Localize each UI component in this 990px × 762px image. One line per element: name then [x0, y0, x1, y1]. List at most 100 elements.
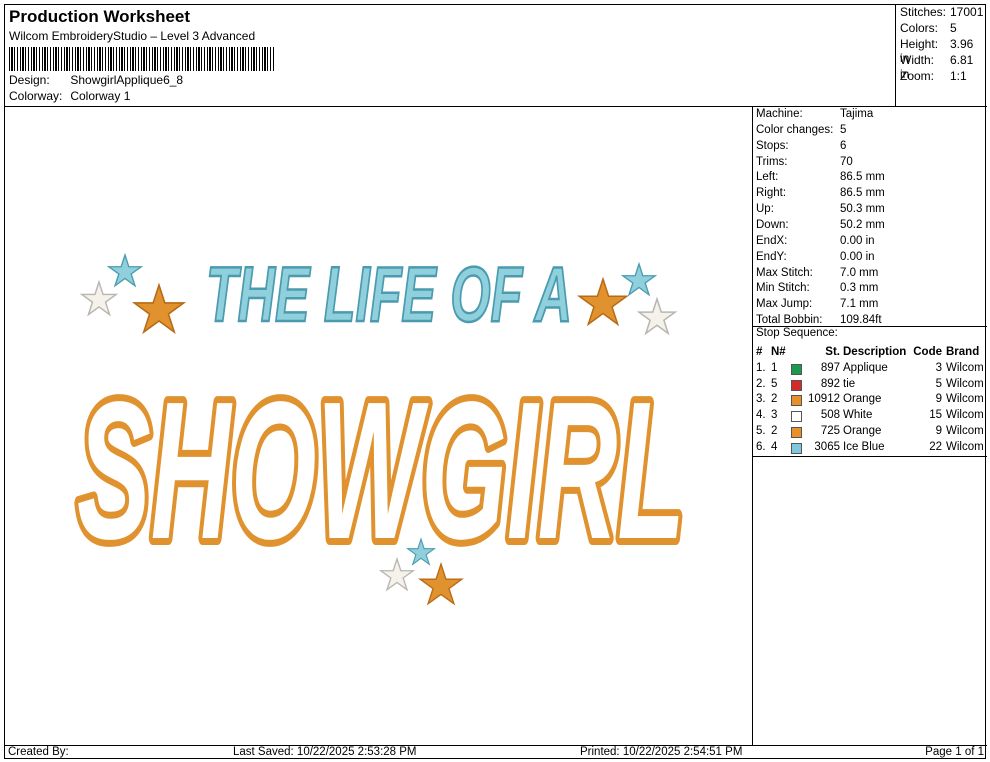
machine-value: 86.5 mm — [840, 187, 885, 199]
row-stitches: 508 — [820, 409, 840, 422]
machine-label: Stops: — [756, 140, 789, 152]
star-icon — [639, 299, 675, 333]
col-header-number: # — [756, 346, 763, 358]
page-number: Page 1 of 1 — [925, 746, 984, 758]
divider — [753, 456, 987, 457]
row-stitches: 897 — [820, 361, 840, 374]
table-row: 5. 2 725 Orange 9 Wilcom — [756, 425, 986, 441]
row-code: 3 — [935, 361, 942, 374]
row-description: Ice Blue — [843, 440, 885, 453]
design-line-1: THE LIFE OF A — [206, 250, 572, 338]
stat-label: Colors: — [900, 21, 939, 35]
row-code: 22 — [929, 440, 942, 453]
colorway-row: Colorway: Colorway 1 — [9, 89, 130, 103]
col-header-stitches: St. — [825, 346, 840, 358]
row-code: 5 — [935, 377, 942, 390]
stat-label: Zoom: — [900, 69, 935, 83]
created-by: Created By: — [8, 746, 69, 758]
design-name: ShowgirlApplique6_8 — [70, 73, 184, 87]
machine-value: 7.0 mm — [840, 267, 879, 279]
machine-label: Right: — [756, 187, 787, 199]
header: Production Worksheet Wilcom EmbroiderySt… — [5, 5, 895, 106]
color-swatch — [791, 442, 802, 454]
machine-value: 109.84ft — [840, 314, 882, 326]
machine-row: Stops: 6 — [756, 140, 846, 156]
machine-label: Max Jump: — [756, 298, 813, 310]
footer: Created By: Last Saved: 10/22/2025 2:53:… — [5, 745, 987, 760]
row-stitches: 10912 — [808, 393, 840, 406]
color-swatch — [791, 426, 802, 438]
machine-label: Down: — [756, 219, 789, 231]
machine-label: Min Stitch: — [756, 282, 810, 294]
row-needle: 2 — [771, 393, 778, 406]
row-number: 2. — [756, 377, 766, 390]
row-needle: 4 — [771, 440, 778, 453]
software-name: Wilcom EmbroideryStudio – Level 3 Advanc… — [9, 29, 256, 43]
row-brand: Wilcom — [946, 440, 984, 453]
row-description: White — [843, 409, 873, 422]
design-line-2-outline: SHOWGIRL — [77, 361, 685, 580]
machine-value: 5 — [840, 124, 847, 136]
color-swatch — [791, 395, 802, 407]
machine-row: Down: 50.2 mm — [756, 219, 885, 235]
table-row: 3. 2 10912 Orange 9 Wilcom — [756, 393, 986, 409]
col-header-code: Code — [913, 346, 942, 358]
row-brand: Wilcom — [946, 393, 984, 406]
stats-box: Stitches: 17001 Colors: 5 Height: 3.96 in W… — [895, 5, 986, 106]
table-row: 2. 5 892 tie 5 Wilcom — [756, 378, 986, 394]
stat-row: Colors: 5 — [900, 21, 957, 35]
machine-label: Machine: — [756, 108, 803, 120]
col-header-brand: Brand — [946, 346, 980, 358]
machine-row: EndY: 0.00 in — [756, 251, 875, 267]
design-label: Design: — [9, 73, 50, 87]
color-swatch — [791, 363, 802, 375]
row-stitches: 892 — [820, 377, 840, 390]
color-swatch — [791, 379, 802, 391]
row-needle: 2 — [771, 424, 778, 437]
table-row: 4. 3 508 White 15 Wilcom — [756, 409, 986, 425]
machine-label: Max Stitch: — [756, 267, 813, 279]
machine-value: 70 — [840, 156, 853, 168]
row-needle: 5 — [771, 377, 778, 390]
row-brand: Wilcom — [946, 409, 984, 422]
barcode — [9, 47, 275, 71]
machine-row: Trims: 70 — [756, 156, 853, 172]
row-code: 9 — [935, 424, 942, 437]
machine-value: 0.00 in — [840, 235, 875, 247]
machine-value: 6 — [840, 140, 847, 152]
stat-label: Width: — [900, 53, 935, 67]
machine-value: 50.2 mm — [840, 219, 885, 231]
design-row: Design: ShowgirlApplique6_8 — [9, 73, 183, 87]
machine-label: EndY: — [756, 251, 787, 263]
table-row: 6. 4 3065 Ice Blue 22 Wilcom — [756, 441, 986, 457]
machine-row: Machine: Tajima — [756, 108, 873, 124]
row-description: Orange — [843, 393, 882, 406]
row-brand: Wilcom — [946, 424, 984, 437]
machine-row: Max Stitch: 7.0 mm — [756, 267, 878, 283]
row-number: 6. — [756, 440, 766, 453]
star-icon — [623, 264, 655, 295]
machine-row: Right: 86.5 mm — [756, 187, 885, 203]
row-code: 15 — [929, 409, 942, 422]
machine-value: 86.5 mm — [840, 171, 885, 183]
row-description: tie — [843, 377, 856, 390]
worksheet: Production Worksheet Wilcom EmbroiderySt… — [4, 4, 987, 760]
col-header-description: Description — [843, 346, 907, 358]
stat-value: 5 — [950, 21, 957, 35]
machine-label: Up: — [756, 203, 774, 215]
table-row: 1. 1 897 Applique 3 Wilcom — [756, 362, 986, 378]
machine-value: Tajima — [840, 108, 874, 120]
machine-value: 7.1 mm — [840, 298, 879, 310]
printed-date: Printed: 10/22/2025 2:54:51 PM — [580, 746, 743, 758]
stat-label: Height: — [900, 37, 939, 51]
machine-row: EndX: 0.00 in — [756, 235, 875, 251]
stat-row: Stitches: 17001 — [900, 5, 983, 19]
star-icon — [109, 255, 141, 286]
col-header-needle: N# — [771, 346, 786, 358]
row-brand: Wilcom — [946, 361, 984, 374]
row-brand: Wilcom — [946, 377, 984, 390]
stop-sequence-title: Stop Sequence: — [756, 327, 838, 339]
machine-row: Up: 50.3 mm — [756, 203, 885, 219]
stat-value: 1:1 — [950, 69, 967, 83]
stat-label: Stitches: — [900, 5, 947, 19]
